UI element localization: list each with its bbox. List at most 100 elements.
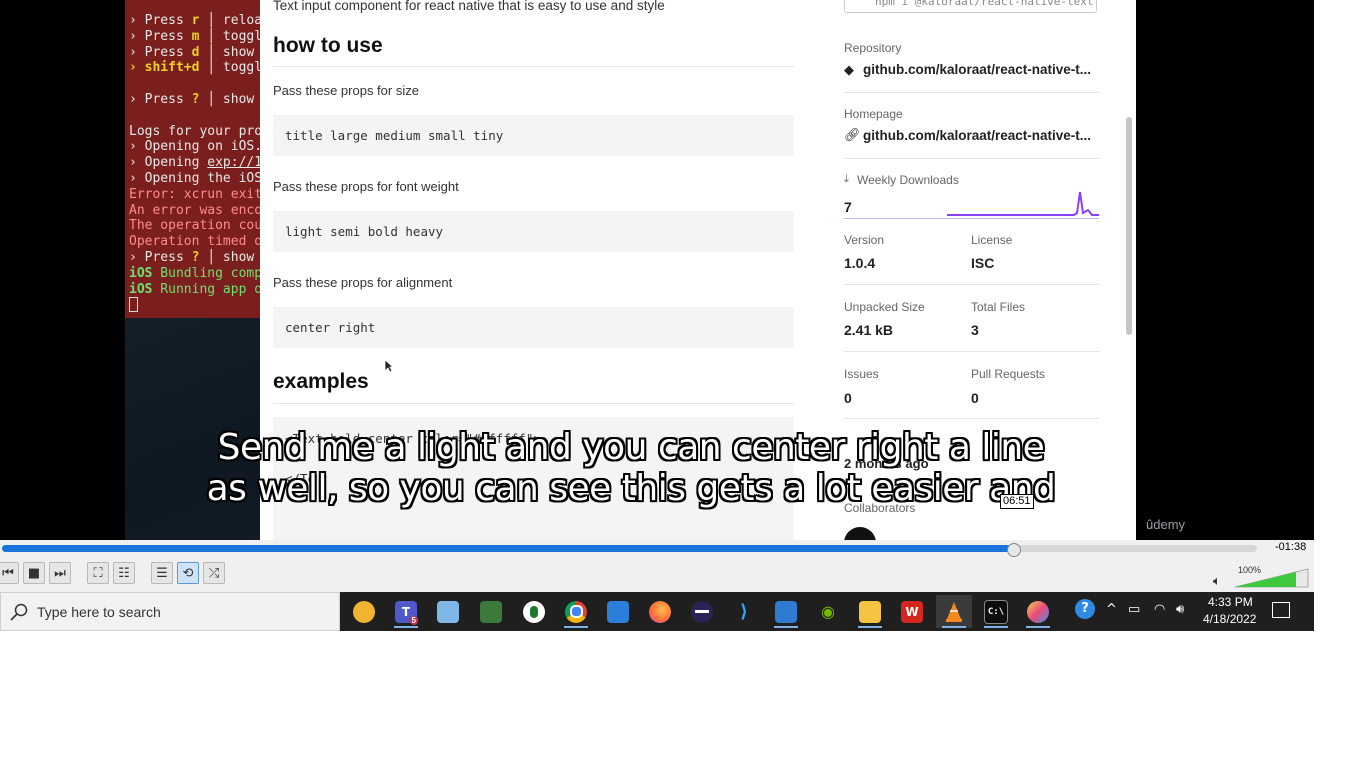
page-scrollbar[interactable] <box>1126 117 1132 335</box>
total-files-label: Total Files <box>971 300 1026 314</box>
terminal-line-text: exp://1 <box>207 155 263 171</box>
taskbar-app-chrome[interactable] <box>558 595 594 628</box>
firefox-icon <box>649 600 671 623</box>
chrome-icon <box>565 600 587 623</box>
extended-settings-icon[interactable]: ☷ <box>113 562 135 584</box>
taskbar-app-eclipse[interactable] <box>684 595 720 628</box>
teams-badge: 5 <box>409 616 418 625</box>
shuffle-icon[interactable]: ⤮ <box>203 562 225 584</box>
terminal-line: › Opening exp://1 <box>125 155 265 171</box>
taskbar-app-remote[interactable] <box>600 595 636 628</box>
terminal-line-text: Bundling comp <box>152 265 263 281</box>
repository-link[interactable]: github.com/kaloraat/react-native-t... <box>863 62 1091 77</box>
taskbar-app-firefox[interactable] <box>642 595 678 628</box>
terminal-key: shift+d <box>144 60 200 76</box>
terminal-line-text: An error was enco <box>129 202 263 218</box>
align-props-label: Pass these props for alignment <box>273 275 453 290</box>
video-frame[interactable]: › Press r │ reloa › Press m │ toggl › Pres… <box>0 0 1314 540</box>
divider <box>844 158 1099 159</box>
divider <box>844 218 1099 219</box>
how-to-use-heading: how to use <box>273 34 383 57</box>
collaborator-avatar[interactable] <box>844 527 876 540</box>
wifi-icon[interactable]: ◠ <box>1154 602 1165 617</box>
chevron-up-icon[interactable]: ^ <box>1106 602 1117 617</box>
previous-icon[interactable]: ⏮ <box>0 562 19 584</box>
search-icon <box>10 603 28 621</box>
volume-icon[interactable]: 🔊︎ <box>1176 602 1184 617</box>
taskbar-app-vlc[interactable] <box>936 595 972 628</box>
taskbar-app-bird[interactable] <box>346 595 382 628</box>
subtitle-line: Send me a light and you can center right… <box>217 427 1045 468</box>
terminal-line-text: The operation cou <box>129 218 263 234</box>
install-command-box[interactable]: npm i @kaloraat/react-native-text <box>844 0 1097 13</box>
version-label: Version <box>844 233 885 247</box>
remaining-time[interactable]: -01:38 <box>1275 541 1306 553</box>
terminal-line-text: › Opening on iOS. <box>129 139 263 155</box>
pull-requests-value[interactable]: 0 <box>971 390 979 406</box>
total-files-value: 3 <box>971 322 979 338</box>
taskbar-app-wps[interactable]: W <box>894 595 930 628</box>
vlc-cone-icon <box>943 601 965 623</box>
taskbar-app-explorer[interactable] <box>852 595 888 628</box>
taskbar-app-vscode[interactable]: ⟩ <box>726 595 762 628</box>
seek-handle[interactable] <box>1007 543 1021 557</box>
weight-props-label: Pass these props for font weight <box>273 179 459 194</box>
loop-icon[interactable]: ⟲ <box>177 562 199 584</box>
license-value: ISC <box>971 255 995 271</box>
terminal-line-text: Logs for your pro <box>129 123 263 139</box>
terminal-line-text: › Press <box>129 28 192 44</box>
taskbar-app-nvidia[interactable]: ◉ <box>810 595 846 628</box>
notification-icon[interactable] <box>1272 602 1290 618</box>
stop-icon[interactable]: ■ <box>23 562 45 584</box>
taskbar-app-window[interactable] <box>768 595 804 628</box>
unpacked-size-value: 2.41 kB <box>844 322 894 338</box>
issues-value[interactable]: 0 <box>844 390 852 406</box>
taskbar-app-terminal[interactable]: C:\ <box>978 595 1014 628</box>
taskbar-app-teams[interactable]: T 5 <box>388 595 424 628</box>
terminal-cursor <box>125 297 265 313</box>
terminal-line: › Press ? │ show <box>125 92 265 108</box>
weekly-downloads-value: 7 <box>844 199 852 215</box>
terminal-line-text: › Press <box>129 91 192 107</box>
seek-time-tooltip: 06:51 <box>1000 494 1034 509</box>
terminal-line: iOS Running app o <box>125 282 265 298</box>
eclipse-icon <box>691 600 713 623</box>
terminal-icon: C:\ <box>984 599 1008 624</box>
link-chain-icon: 🔗︎ <box>844 127 861 142</box>
remote-desktop-icon <box>607 600 629 623</box>
terminal-line-text: iOS <box>129 265 153 281</box>
homepage-link[interactable]: github.com/kaloraat/react-native-t... <box>863 128 1091 143</box>
next-icon[interactable]: ⏭ <box>49 562 71 584</box>
terminal-line: Operation timed o <box>125 234 265 250</box>
taskbar-app-paint[interactable] <box>1020 595 1056 628</box>
size-code-block: title large medium small tiny <box>273 115 794 156</box>
terminal-line-text: › Opening <box>129 155 208 171</box>
pull-requests-label: Pull Requests <box>971 367 1046 381</box>
help-icon[interactable]: ? <box>1075 599 1095 619</box>
battery-icon[interactable]: ▭ <box>1128 602 1140 617</box>
terminal-line-text: iOS <box>129 281 153 297</box>
terminal-line-text: │ show <box>199 249 263 265</box>
repository-label: Repository <box>844 41 902 55</box>
speaker-icon[interactable]: 🔈︎ <box>1213 573 1221 589</box>
fullscreen-icon[interactable]: ⛶ <box>87 562 109 584</box>
cube-icon <box>437 600 459 623</box>
playlist-icon[interactable]: ☰ <box>151 562 173 584</box>
terminal-line-text: │ toggl <box>199 28 263 44</box>
taskbar-search[interactable]: Type here to search <box>0 592 340 631</box>
clock-time[interactable]: 4:33 PM <box>1208 595 1253 609</box>
volume-slider[interactable] <box>1234 568 1309 588</box>
taskbar-app-network[interactable] <box>473 595 509 628</box>
divider <box>273 403 794 404</box>
udemy-watermark: ûdemy <box>1146 517 1186 532</box>
terminal-line: › Press m │ toggl <box>125 29 265 45</box>
taskbar-app-3d[interactable] <box>430 595 466 628</box>
seek-bar[interactable] <box>2 545 1257 552</box>
examples-heading: examples <box>273 370 369 393</box>
taskbar-app-eye[interactable] <box>516 595 552 628</box>
player-controls: -01:38 ⏮ ■ ⏭ ⛶ ☷ ☰ ⟲ ⤮ 🔈︎ 100% <box>0 540 1314 592</box>
terminal-line: The operation cou <box>125 218 265 234</box>
clock-date[interactable]: 4/18/2022 <box>1203 612 1256 626</box>
